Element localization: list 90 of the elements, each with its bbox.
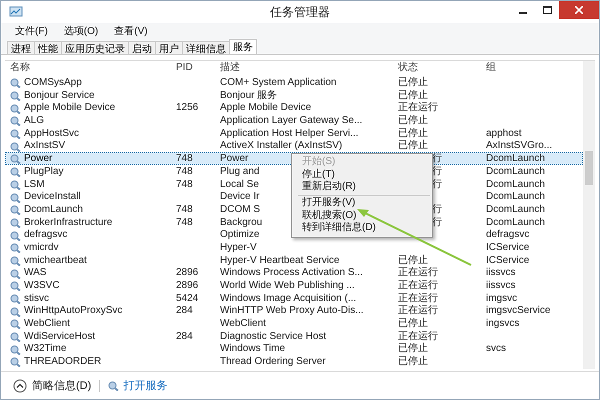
table-cell-text: 已停止 — [398, 115, 428, 128]
table-cell: WdiServiceHost — [24, 330, 96, 344]
table-cell-text: 正在运行 — [398, 330, 438, 342]
table-cell: stisvc — [24, 292, 49, 306]
table-cell: W3SVC — [24, 280, 60, 293]
table-cell: Power — [24, 153, 52, 166]
table-cell: Application Host Helper Servi... — [220, 128, 358, 140]
table-cell: svcs — [486, 343, 506, 356]
table-cell: AppHostSvc — [24, 128, 80, 140]
table-cell-text: 已停止 — [398, 318, 428, 330]
table-cell: DcomLaunch — [486, 191, 545, 204]
table-cell: imgsvcService — [486, 305, 550, 318]
table-cell: imgsvc — [486, 292, 518, 306]
table-cell: DcomLaunch — [486, 153, 545, 166]
table-cell: Windows Time — [220, 343, 286, 356]
table-cell: DcomLaunch — [486, 216, 545, 230]
table-cell: Windows Image Acquisition (... — [220, 292, 356, 306]
table-cell: iissvcs — [486, 280, 516, 293]
table-cell: 已停止 — [398, 140, 428, 154]
table-cell: defragsvc — [24, 229, 68, 242]
table-cell: iissvcs — [486, 267, 516, 280]
table-cell: 748 — [176, 204, 193, 217]
table-cell-text: 正在运行 — [398, 292, 438, 304]
table-cell-text: 正在运行 — [398, 305, 438, 318]
table-cell: Device Ir — [220, 191, 260, 204]
table-cell: Optimize — [220, 229, 260, 242]
window-title: 任务管理器 — [269, 4, 331, 20]
table-cell-text: 已停止 — [398, 128, 428, 140]
table-cell: DcomLaunch — [486, 166, 545, 179]
table-cell: THREADORDER — [24, 356, 102, 369]
table-cell: 1256 — [176, 102, 198, 116]
table-cell: Apple Mobile Device — [24, 102, 116, 116]
table-cell: ingsvcs — [486, 318, 520, 331]
table-cell: AxInstSV — [24, 140, 66, 154]
table-cell: ActiveX Installer (AxInstSV) — [220, 140, 342, 154]
table-cell: 已停止 — [398, 356, 428, 369]
table-cell: Hyper-V — [220, 242, 257, 255]
table-cell-text: 已停止 — [398, 77, 428, 90]
table-cell: Diagnostic Service Host — [220, 330, 326, 344]
table-cell: 5424 — [176, 292, 198, 306]
table-cell-text: 已停止 — [398, 254, 428, 266]
table-cell: Thread Ordering Server — [220, 356, 326, 369]
table-cell: Backgrou — [220, 216, 262, 230]
table-cell: DcomLaunch — [24, 204, 83, 217]
table-cell: WAS — [24, 267, 46, 280]
table-cell: Windows Process Activation S... — [220, 267, 363, 280]
table-cell: LSM — [24, 178, 45, 192]
table-cell: BrokerInfrastructure — [24, 216, 112, 230]
table-cell-text: 正在运行 — [398, 267, 438, 280]
table-cell-text: 已停止 — [398, 90, 428, 102]
table-cell: ALG — [24, 115, 44, 128]
table-cell: WebClient — [24, 318, 70, 331]
table-cell: 284 — [176, 330, 193, 344]
table-cell: vmicheartbeat — [24, 254, 87, 268]
table-cell: apphost — [486, 128, 522, 140]
table-cell: 748 — [176, 216, 193, 230]
table-cell: PlugPlay — [24, 166, 64, 179]
table-cell: WebClient — [220, 318, 266, 331]
table-cell: W32Time — [24, 343, 66, 356]
table-cell: 2896 — [176, 280, 198, 293]
table-cell: DCOM S — [220, 204, 260, 217]
table-cell: ICService — [486, 254, 530, 268]
table-cell-text: 已停止 — [398, 343, 428, 356]
table-cell: DcomLaunch — [486, 204, 545, 217]
table-cell: 748 — [176, 178, 193, 192]
table-cell: COMSysApp — [24, 77, 82, 90]
table-cell: defragsvc — [486, 229, 530, 242]
table-cell: 2896 — [176, 267, 198, 280]
table-cell: Bonjour 服务 — [220, 90, 278, 102]
table-cell: Power — [220, 153, 248, 166]
table-cell: Hyper-V Heartbeat Service — [220, 254, 340, 268]
table-cell: World Wide Web Publishing ... — [220, 280, 355, 293]
table-cell: DcomLaunch — [486, 178, 545, 192]
table-cell: 748 — [176, 153, 193, 166]
table-cell: Apple Mobile Device — [220, 102, 312, 116]
table-cell: Local Se — [220, 178, 259, 192]
table-cell: COM+ System Application — [220, 77, 336, 90]
table-cell: 748 — [176, 166, 193, 179]
table-cell: Bonjour Service — [24, 90, 95, 102]
table-cell: WinHttpAutoProxySvc — [24, 305, 122, 318]
table-cell: 284 — [176, 305, 193, 318]
table-cell-text: 正在运行 — [398, 280, 438, 292]
table-cell: DeviceInstall — [24, 191, 81, 204]
table-cell: AxInstSVGro... — [486, 140, 552, 154]
table-cell-text: 正在运行 — [398, 102, 438, 114]
table-cell: Application Layer Gateway Se... — [220, 115, 362, 128]
table-cell: vmicrdv — [24, 242, 58, 255]
table-cell: Plug and — [220, 166, 260, 179]
table-cell: ICService — [486, 242, 530, 255]
table-cell: WinHTTP Web Proxy Auto-Dis... — [220, 305, 364, 318]
